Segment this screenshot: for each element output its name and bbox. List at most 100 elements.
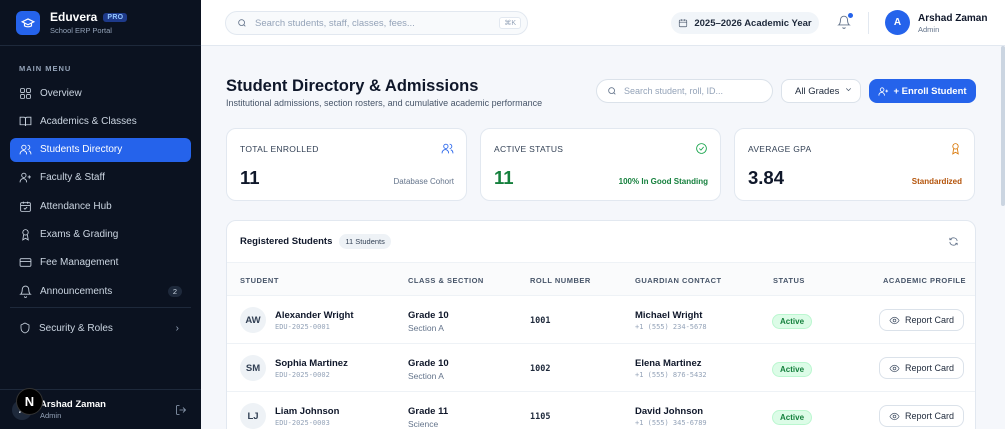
global-search[interactable]: ⌘K: [225, 11, 528, 35]
search-icon: [238, 19, 246, 27]
student-avatar: AW: [240, 307, 266, 333]
guardian-phone: +1 (555) 234-5678: [635, 323, 707, 331]
chevron-down-icon: [846, 88, 851, 92]
academic-year-selector[interactable]: 2025–2026 Academic Year: [671, 12, 819, 34]
nextjs-dev-badge[interactable]: N: [16, 388, 43, 415]
student-id: EDU-2025-0002: [275, 371, 330, 379]
sidebar-item-security[interactable]: Security & Roles ›: [0, 316, 201, 340]
sidebar-item-label: Faculty & Staff: [40, 172, 105, 184]
announcements-count-badge: 2: [167, 285, 182, 297]
student-search[interactable]: [596, 79, 773, 103]
users-icon: [19, 144, 32, 155]
student-roll: 1105: [530, 412, 551, 422]
search-icon: [608, 87, 616, 95]
student-grade: Grade 10: [408, 358, 449, 369]
search-shortcut-hint: ⌘K: [499, 17, 521, 29]
table-row[interactable]: LJ Liam Johnson EDU-2025-0003 Grade 11 S…: [227, 392, 975, 429]
graduation-cap-icon: [16, 10, 40, 35]
table-header: STUDENT CLASS & SECTION ROLL NUMBER GUAR…: [227, 263, 975, 296]
stat-label: ACTIVE STATUS: [494, 144, 564, 154]
guardian-phone: +1 (555) 345-6789: [635, 419, 707, 427]
calendar-icon: [679, 19, 688, 28]
sidebar-item-fees[interactable]: Fee Management: [10, 251, 191, 275]
student-search-input[interactable]: [624, 86, 762, 96]
status-badge: Active: [772, 362, 813, 377]
user-avatar[interactable]: A: [885, 10, 910, 35]
column-header-roll: ROLL NUMBER: [530, 276, 591, 285]
table-row[interactable]: AW Alexander Wright EDU-2025-0001 Grade …: [227, 296, 975, 344]
eye-icon: [889, 316, 900, 324]
student-section: Section A: [408, 323, 444, 333]
sidebar-menu: Overview Academics & Classes Students Di…: [0, 81, 201, 303]
sidebar-item-announcements[interactable]: Announcements 2: [10, 279, 191, 303]
notification-dot: [848, 13, 853, 18]
student-avatar: LJ: [240, 403, 266, 429]
stat-value: 11: [494, 167, 514, 188]
top-user-role: Admin: [918, 25, 940, 34]
report-card-button[interactable]: Report Card: [879, 357, 964, 379]
report-card-button[interactable]: Report Card: [879, 309, 964, 331]
top-user-info[interactable]: Arshad Zaman Admin: [918, 13, 987, 34]
student-grade: Grade 11: [408, 406, 449, 417]
guardian-name: Elena Martinez: [635, 358, 702, 369]
chevron-right-icon: ›: [175, 322, 179, 334]
logout-icon[interactable]: [175, 404, 187, 416]
stat-card-average-gpa: AVERAGE GPA 3.84 Standardized: [734, 128, 975, 201]
sidebar-item-exams[interactable]: Exams & Grading: [10, 222, 191, 246]
guardian-name: David Johnson: [635, 406, 704, 417]
calendar-check-icon: [20, 201, 31, 212]
sidebar-item-label: Exams & Grading: [40, 228, 119, 240]
shield-icon: [20, 322, 30, 334]
stat-card-active-status: ACTIVE STATUS 11 100% In Good Standing: [480, 128, 721, 201]
stat-card-total-enrolled: TOTAL ENROLLED 11 Database Cohort: [226, 128, 467, 201]
column-header-student: STUDENT: [240, 276, 279, 285]
column-header-status: STATUS: [773, 276, 805, 285]
refresh-icon[interactable]: [948, 236, 959, 247]
sidebar-item-overview[interactable]: Overview: [10, 81, 191, 105]
top-divider: [868, 12, 869, 34]
eye-icon: [889, 364, 900, 372]
book-icon: [19, 116, 32, 126]
grade-filter-select[interactable]: All Grades: [781, 79, 861, 103]
sidebar-item-academics[interactable]: Academics & Classes: [10, 109, 191, 133]
brand-text: Eduvera PRO School ERP Portal: [50, 10, 128, 35]
global-search-input[interactable]: [255, 17, 500, 29]
stat-value: 11: [240, 167, 260, 188]
report-card-label: Report Card: [904, 411, 955, 421]
sidebar-item-attendance[interactable]: Attendance Hub: [10, 194, 191, 218]
sidebar-item-faculty[interactable]: Faculty & Staff: [10, 166, 191, 190]
stat-label: AVERAGE GPA: [748, 144, 812, 154]
table-row[interactable]: SM Sophia Martinez EDU-2025-0002 Grade 1…: [227, 344, 975, 392]
sidebar-user-info: Arshad Zaman Admin: [40, 399, 106, 420]
page-scrollbar[interactable]: [1001, 46, 1005, 206]
page-title: Student Directory & Admissions: [226, 77, 479, 95]
brand[interactable]: Eduvera PRO School ERP Portal: [0, 0, 201, 46]
sidebar-divider: [10, 307, 191, 309]
student-name: Liam Johnson: [275, 406, 340, 417]
award-icon: [952, 143, 959, 155]
credit-card-icon: [19, 258, 32, 268]
top-bar: ⌘K 2025–2026 Academic Year A Arshad Zama…: [201, 0, 1005, 46]
guardian-name: Michael Wright: [635, 310, 703, 321]
report-card-button[interactable]: Report Card: [879, 405, 964, 427]
users-icon: [441, 143, 454, 154]
sidebar-item-label: Academics & Classes: [40, 115, 137, 127]
status-badge: Active: [772, 314, 813, 329]
stat-value: 3.84: [748, 167, 785, 188]
brand-name: Eduvera PRO: [50, 10, 128, 24]
student-roll: 1001: [530, 316, 551, 326]
sidebar-item-label: Announcements: [40, 285, 113, 297]
student-count-badge: 11 Students: [339, 234, 391, 249]
student-name: Alexander Wright: [275, 310, 354, 321]
column-header-class: CLASS & SECTION: [408, 276, 484, 285]
enroll-student-button[interactable]: + Enroll Student: [869, 79, 976, 103]
top-user-name: Arshad Zaman: [918, 13, 988, 24]
academic-year-label: 2025–2026 Academic Year: [694, 17, 812, 29]
student-roll: 1002: [530, 364, 551, 374]
sidebar-item-label: Fee Management: [40, 257, 119, 269]
report-card-label: Report Card: [904, 363, 955, 373]
bell-icon: [19, 285, 32, 298]
sidebar-item-students[interactable]: Students Directory: [10, 137, 191, 162]
sidebar-item-label: Security & Roles: [39, 322, 113, 334]
user-plus-icon: [878, 86, 889, 96]
